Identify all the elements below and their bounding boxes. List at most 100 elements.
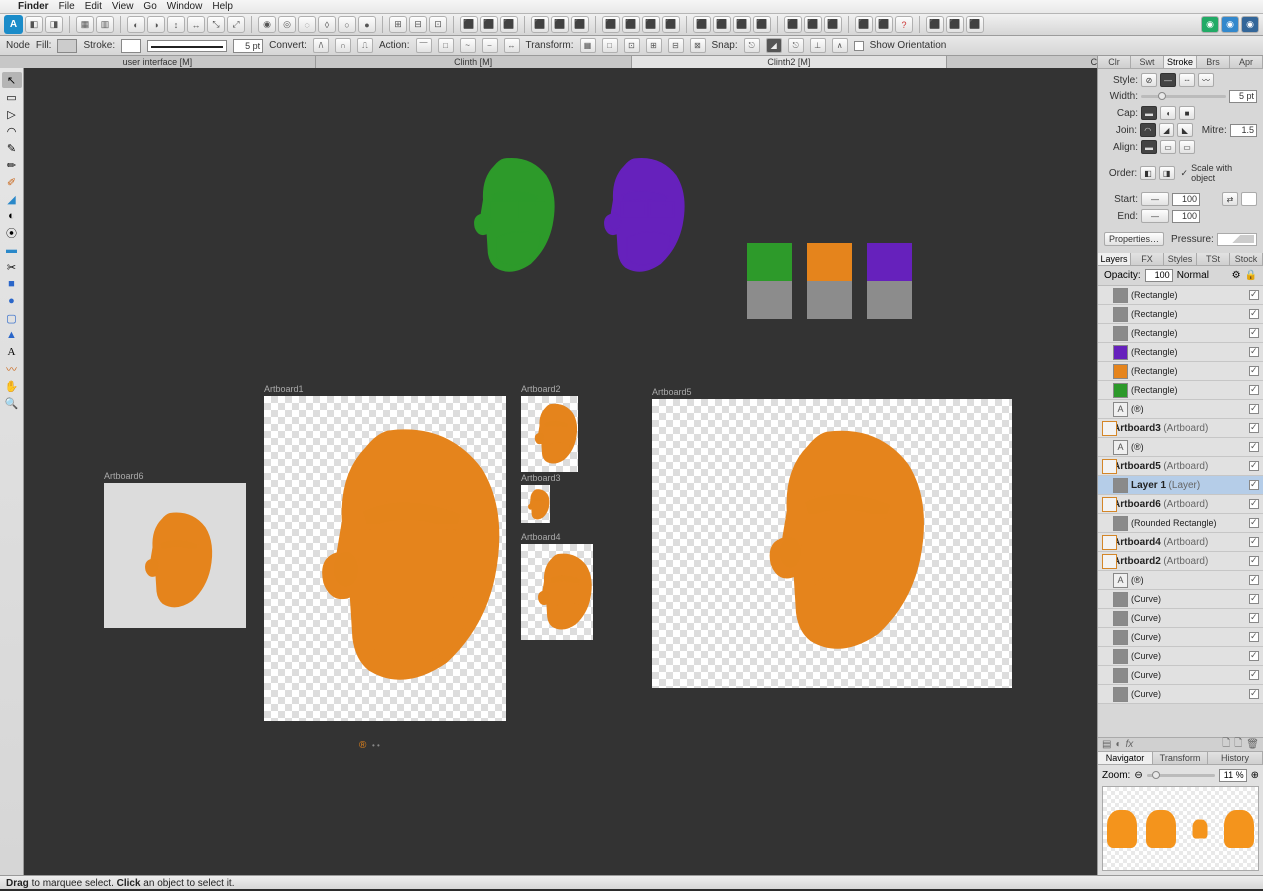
align-outside-icon[interactable]: ▭: [1179, 140, 1195, 154]
order-front-icon[interactable]: ◨: [1159, 166, 1175, 180]
doc-tab[interactable]: user interface [M]: [0, 56, 316, 68]
show-orient-check[interactable]: [854, 41, 864, 51]
visibility-toggle[interactable]: [1249, 689, 1259, 699]
swatch-purple[interactable]: [867, 243, 912, 281]
end-size[interactable]: 100: [1172, 210, 1200, 223]
style-solid-icon[interactable]: —: [1160, 73, 1176, 87]
tab-layers[interactable]: Layers: [1098, 253, 1131, 265]
toolbar-btn[interactable]: ◊: [318, 16, 336, 33]
nav-preview[interactable]: [1102, 786, 1259, 871]
swatch-green[interactable]: [747, 243, 792, 281]
menu-window[interactable]: Window: [167, 1, 203, 12]
artboard-6[interactable]: Artboard6: [104, 483, 246, 628]
visibility-toggle[interactable]: [1249, 461, 1259, 471]
start-size[interactable]: 100: [1172, 193, 1200, 206]
visibility-toggle[interactable]: [1249, 632, 1259, 642]
toolbar-btn[interactable]: ●: [358, 16, 376, 33]
layer-row[interactable]: ▶Artboard5 (Artboard): [1098, 457, 1263, 476]
align-center-icon[interactable]: ⬛: [480, 16, 498, 33]
insert-icon[interactable]: ⬛: [966, 16, 984, 33]
menu-edit[interactable]: Edit: [85, 1, 102, 12]
visibility-toggle[interactable]: [1249, 423, 1259, 433]
boolean-icon[interactable]: ⬛: [784, 16, 802, 33]
toolbar-btn[interactable]: ⊟: [409, 16, 427, 33]
layer-row[interactable]: A(®): [1098, 438, 1263, 457]
toolbar-btn[interactable]: ↕: [167, 16, 185, 33]
artboard-5[interactable]: Artboard5: [652, 399, 1012, 688]
visibility-toggle[interactable]: [1249, 575, 1259, 585]
menu-file[interactable]: File: [59, 1, 75, 12]
cap-round-icon[interactable]: ◖: [1160, 106, 1176, 120]
menu-app[interactable]: Finder: [18, 1, 49, 12]
convert-smart-icon[interactable]: ⎍: [357, 38, 373, 53]
layer-row[interactable]: ▶Artboard6 (Artboard): [1098, 495, 1263, 514]
fill-swatch[interactable]: [57, 39, 77, 53]
snap-icon[interactable]: ⬛: [753, 16, 771, 33]
toolbar-btn[interactable]: ○: [338, 16, 356, 33]
toolbar-btn[interactable]: ⤢: [227, 16, 245, 33]
artboard-tool-icon[interactable]: ▭: [2, 89, 22, 105]
toolbar-btn[interactable]: ◌: [298, 16, 316, 33]
swatch-grey[interactable]: [807, 281, 852, 319]
properties-button[interactable]: Properties…: [1104, 232, 1164, 246]
layer-row[interactable]: A(®): [1098, 400, 1263, 419]
style-brush-icon[interactable]: 〰: [1198, 73, 1214, 87]
boolean-icon[interactable]: ⬛: [804, 16, 822, 33]
action-smooth-icon[interactable]: ~: [460, 38, 476, 53]
pressure-graph[interactable]: [1217, 233, 1257, 246]
visibility-toggle[interactable]: [1249, 594, 1259, 604]
visibility-toggle[interactable]: [1249, 651, 1259, 661]
tab-transform[interactable]: Transform: [1153, 752, 1208, 764]
artboard-4[interactable]: Artboard4: [521, 544, 593, 640]
insert-icon[interactable]: ⬛: [926, 16, 944, 33]
snap-icon[interactable]: ⎋: [788, 38, 804, 53]
layer-row[interactable]: (Rectangle): [1098, 343, 1263, 362]
join-round-icon[interactable]: ◠: [1140, 123, 1156, 137]
artboard-2[interactable]: Artboard2: [521, 396, 578, 472]
toolbar-btn[interactable]: ⤡: [207, 16, 225, 33]
visibility-toggle[interactable]: [1249, 442, 1259, 452]
swatch-grey[interactable]: [747, 281, 792, 319]
align-center-icon[interactable]: ▬: [1141, 140, 1157, 154]
visibility-toggle[interactable]: [1249, 670, 1259, 680]
visibility-toggle[interactable]: [1249, 499, 1259, 509]
align-bottom-icon[interactable]: ⬛: [571, 16, 589, 33]
visibility-toggle[interactable]: [1249, 404, 1259, 414]
visibility-toggle[interactable]: [1249, 309, 1259, 319]
zoom-value[interactable]: 11 %: [1219, 769, 1247, 782]
toolbar-btn[interactable]: ◐: [127, 16, 145, 33]
toolbar-btn[interactable]: ▥: [96, 16, 114, 33]
pencil-tool-icon[interactable]: ✏: [2, 157, 22, 173]
align-top-icon[interactable]: ⬛: [531, 16, 549, 33]
menu-view[interactable]: View: [112, 1, 134, 12]
zoom-out-icon[interactable]: ⊖: [1134, 770, 1142, 781]
order-behind-icon[interactable]: ◧: [1140, 166, 1156, 180]
corner-tool-icon[interactable]: ◠: [2, 123, 22, 139]
distribute-h-icon[interactable]: ⬛: [602, 16, 620, 33]
visibility-toggle[interactable]: [1249, 480, 1259, 490]
gear-icon[interactable]: ⚙: [1232, 270, 1241, 281]
picker-tool-icon[interactable]: ⦿: [2, 225, 22, 241]
zoom-tool-icon[interactable]: 🔍: [2, 395, 22, 411]
artboard-3[interactable]: Artboard3: [521, 485, 550, 523]
align-middle-icon[interactable]: ⬛: [551, 16, 569, 33]
canvas[interactable]: Artboard6 Artboard1 Artboard2 Artboard3 …: [24, 68, 1097, 875]
tab-styles[interactable]: Styles: [1164, 253, 1197, 265]
distribute-v-icon[interactable]: ⬛: [622, 16, 640, 33]
add-layer-icon[interactable]: 🗋: [1222, 736, 1230, 751]
tab-stroke[interactable]: Stroke: [1164, 56, 1197, 68]
layer-row[interactable]: ▶Artboard4 (Artboard): [1098, 533, 1263, 552]
transform-icon[interactable]: ▦: [580, 38, 596, 53]
width-value[interactable]: 5 pt: [1229, 90, 1257, 103]
style-dash-icon[interactable]: ┄: [1179, 73, 1195, 87]
lock-icon[interactable]: 🔒: [1245, 270, 1257, 281]
action-close-icon[interactable]: □: [438, 38, 454, 53]
layer-row[interactable]: (Curve): [1098, 685, 1263, 704]
transparency-tool-icon[interactable]: ◐: [2, 208, 22, 224]
transform-icon[interactable]: ⊡: [624, 38, 640, 53]
place-tool-icon[interactable]: ▬: [2, 242, 22, 258]
snap-icon[interactable]: ⊥: [810, 38, 826, 53]
rounded-tool-icon[interactable]: ▢: [2, 310, 22, 326]
doc-tab[interactable]: Clinth2 [M]: [632, 56, 948, 68]
swap-arrows-icon[interactable]: ⇄: [1222, 192, 1238, 206]
